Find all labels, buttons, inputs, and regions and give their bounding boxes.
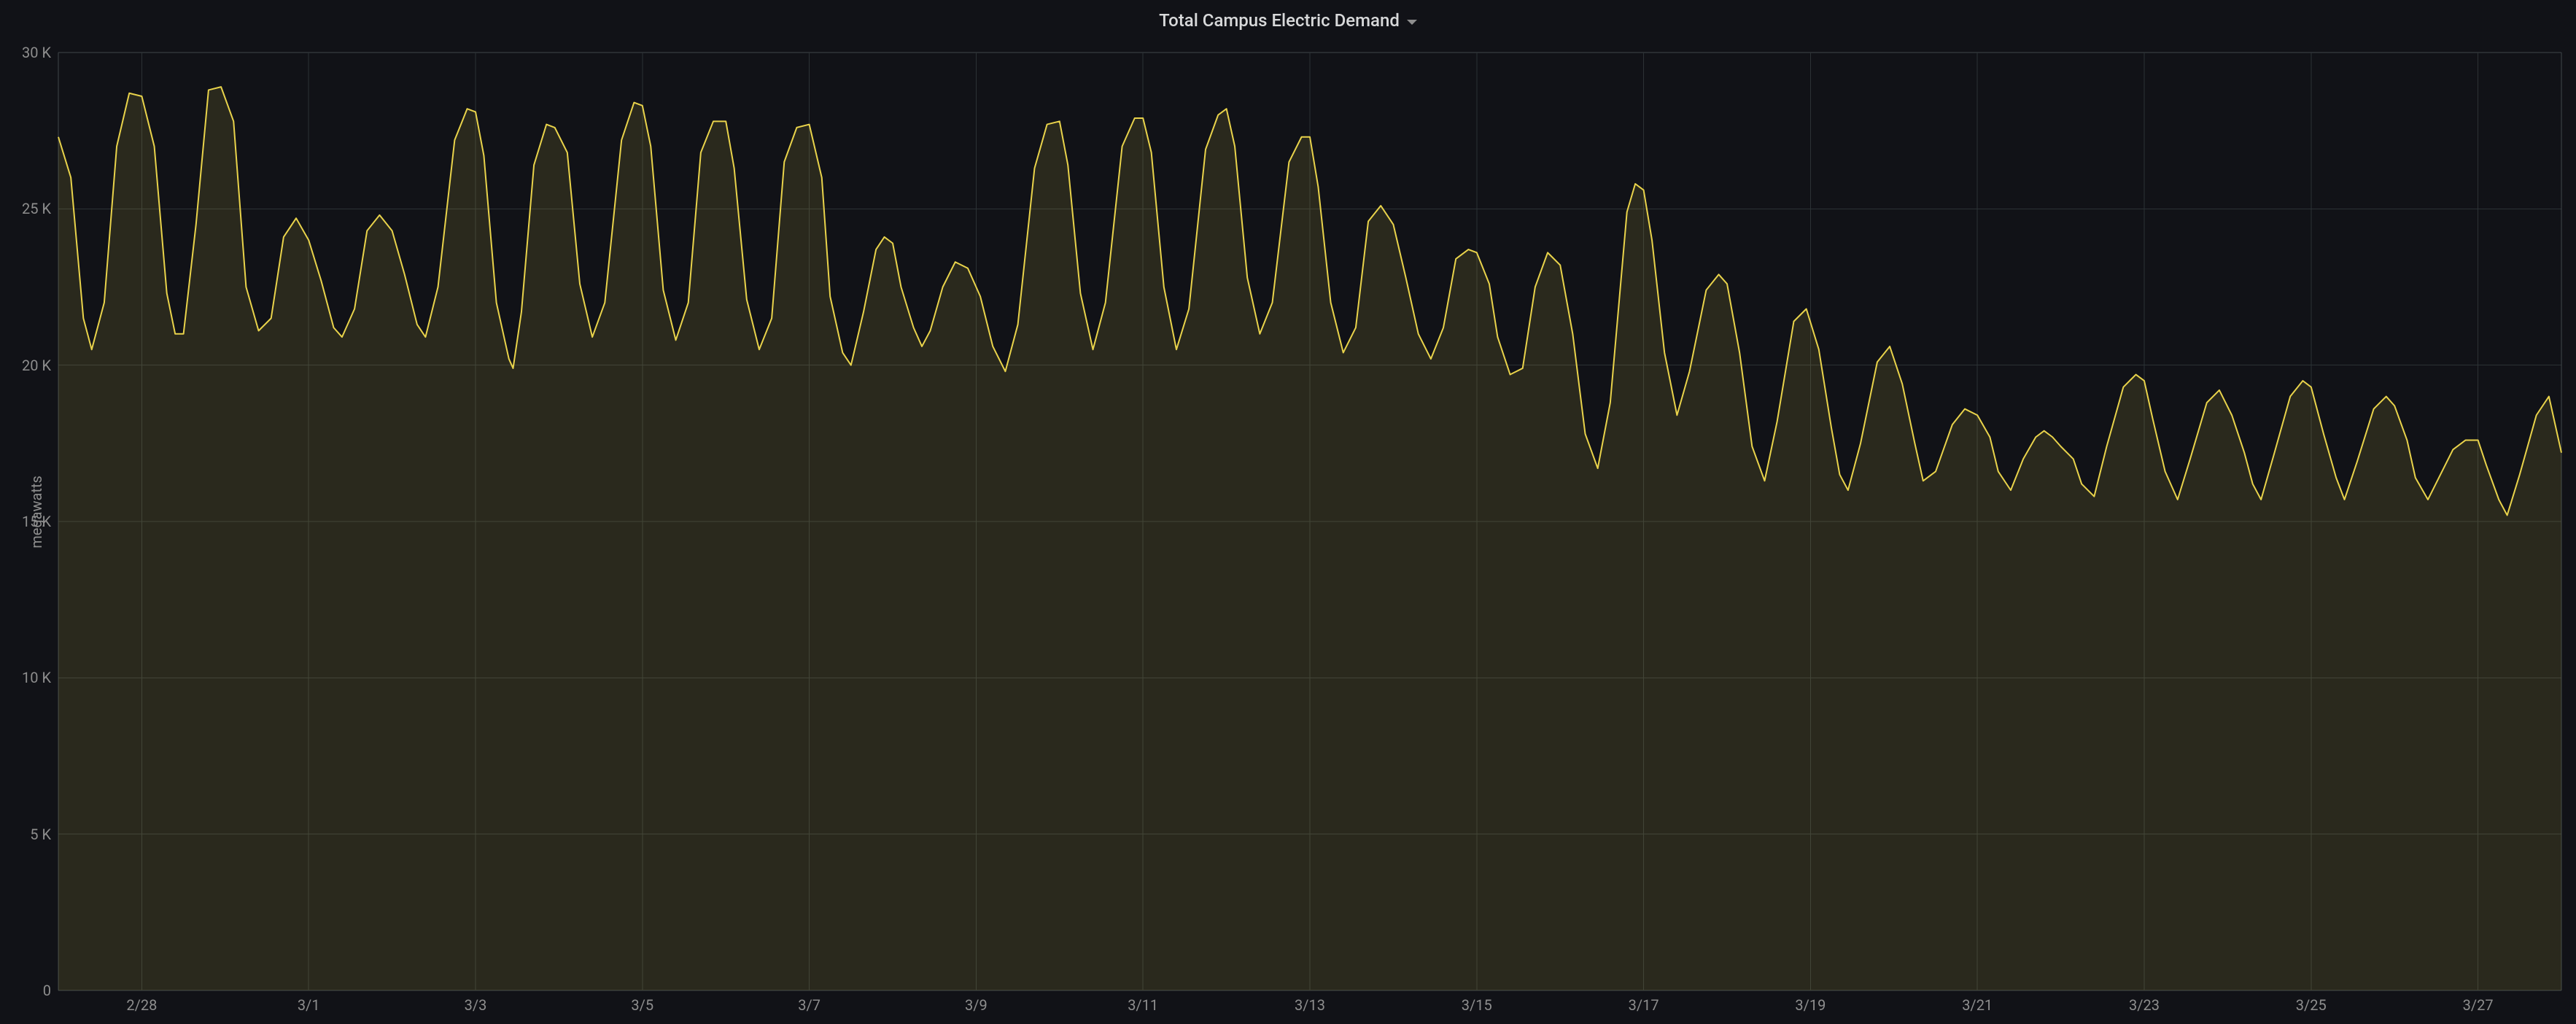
x-tick-label: 3/27: [2463, 996, 2494, 1014]
x-tick-label: 2/28: [126, 996, 157, 1014]
chart-panel: Total Campus Electric Demand megawatts 0…: [0, 0, 2576, 1024]
panel-title: Total Campus Electric Demand: [1159, 10, 1400, 31]
y-axis-title: megawatts: [28, 476, 45, 548]
x-tick-label: 3/1: [298, 996, 320, 1014]
y-tick-label: 10 K: [22, 669, 51, 686]
x-tick-label: 3/9: [965, 996, 988, 1014]
x-tick-label: 3/5: [631, 996, 653, 1014]
x-tick-label: 3/21: [1962, 996, 1993, 1014]
x-tick-label: 3/23: [2129, 996, 2160, 1014]
y-tick-label: 20 K: [22, 357, 51, 374]
x-tick-label: 3/11: [1128, 996, 1158, 1014]
x-tick-label: 3/13: [1295, 996, 1325, 1014]
chevron-down-icon: [1407, 20, 1417, 25]
chart-plot-area[interactable]: 05 K10 K15 K20 K25 K30 K2/283/13/33/53/7…: [58, 53, 2561, 990]
panel-title-button[interactable]: Total Campus Electric Demand: [0, 0, 2576, 41]
x-tick-label: 3/17: [1629, 996, 1659, 1014]
x-tick-label: 3/3: [465, 996, 487, 1014]
x-tick-label: 3/25: [2296, 996, 2327, 1014]
y-tick-label: 15 K: [22, 513, 51, 530]
x-tick-label: 3/19: [1795, 996, 1826, 1014]
x-tick-label: 3/15: [1462, 996, 1492, 1014]
y-tick-label: 25 K: [22, 200, 51, 217]
y-tick-label: 5 K: [30, 826, 51, 843]
plot-svg: [58, 53, 2561, 990]
y-tick-label: 0: [43, 982, 51, 999]
y-tick-label: 30 K: [22, 44, 51, 61]
x-tick-label: 3/7: [798, 996, 820, 1014]
